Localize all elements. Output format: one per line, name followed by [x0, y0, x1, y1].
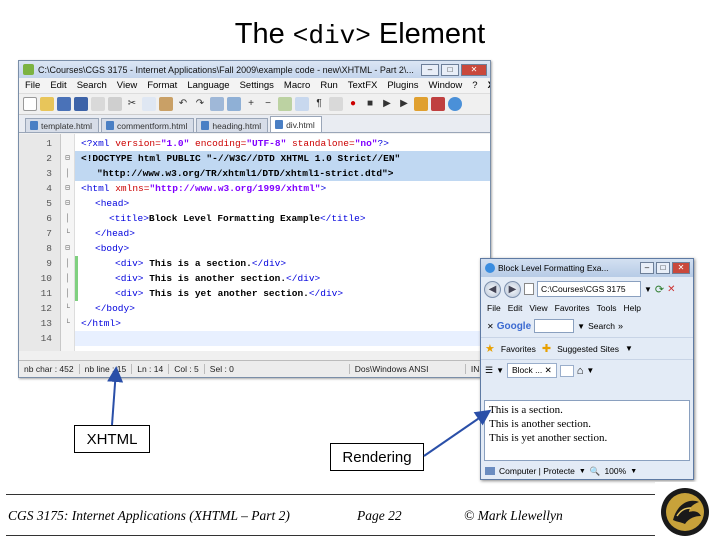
footer-author: © Mark Llewellyn	[464, 508, 563, 523]
slide-footer: CGS 3175: Internet Applications (XHTML –…	[0, 490, 720, 540]
footer-page: Page 22	[357, 508, 402, 523]
xhtml-arrow	[107, 366, 124, 426]
rendering-arrow	[423, 409, 492, 457]
footer-course: CGS 3175: Internet Applications (XHTML –…	[8, 508, 290, 523]
ucf-pegasus-logo	[655, 482, 715, 538]
callout-arrows	[107, 366, 492, 457]
